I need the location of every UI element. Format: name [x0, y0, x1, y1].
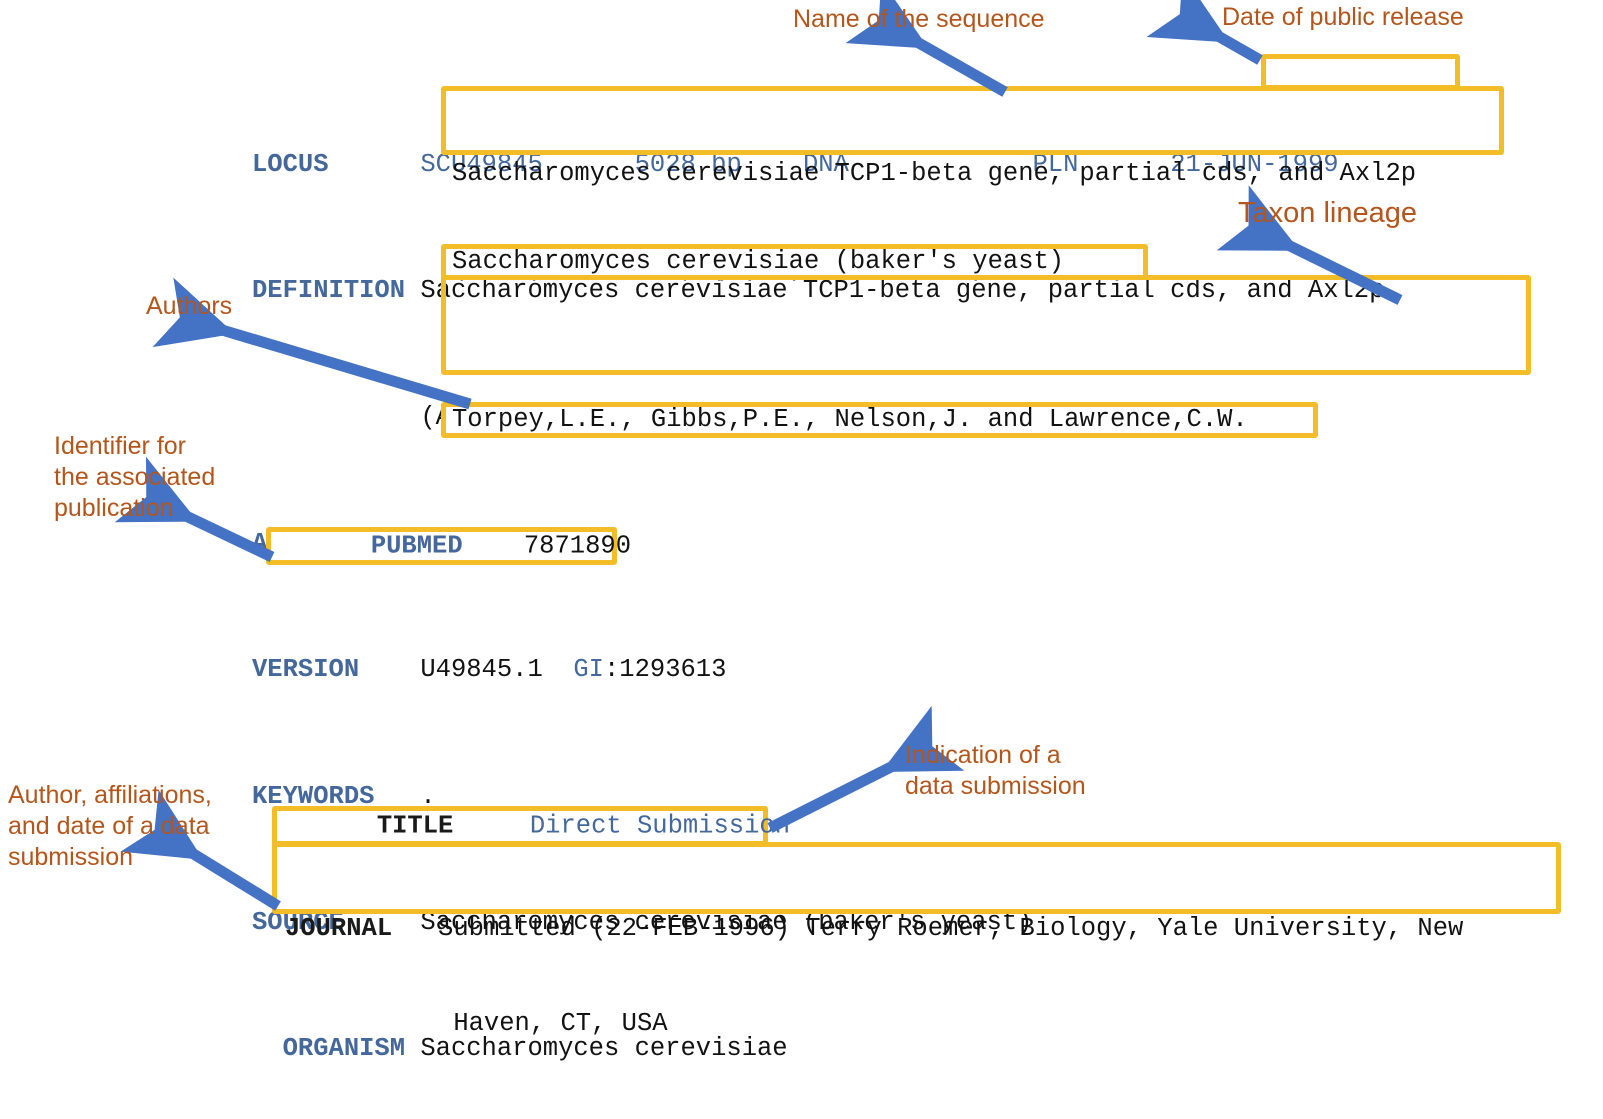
version-value: U49845.1 — [420, 655, 543, 685]
highlight-box-reference1-pubmed: PUBMED 7871890 — [266, 527, 631, 565]
reference3-title-box: Direct Submission — [529, 811, 791, 841]
highlight-box-definition: Saccharomyces cerevisiae TCP1-beta gene,… — [441, 86, 1504, 283]
source-box-value: Saccharomyces cerevisiae (baker's yeast) — [452, 247, 1065, 277]
highlight-box-direct-submission: TITLE Direct Submission — [272, 806, 790, 846]
definition-box-line1: Saccharomyces cerevisiae TCP1-beta gene,… — [452, 159, 1417, 189]
highlight-box-source: Saccharomyces cerevisiae (baker's yeast) — [441, 244, 1148, 280]
callout-pubmed-identifier: Identifier for the associated publicatio… — [54, 432, 216, 522]
record-line-version: VERSION U49845.1 GI:1293613 — [252, 654, 1461, 686]
callout-data-submission: Indication of a data submission — [905, 741, 1086, 800]
reference1-authors-box: Torpey,L.E., Gibbs,P.E., Nelson,J. and L… — [452, 405, 1248, 435]
reference3-journal-line1-box: Submitted (22-FEB-1996) Terry Roemer, Bi… — [438, 914, 1464, 944]
callout-release-date: Date of public release — [1222, 3, 1464, 31]
callout-taxon-lineage: Taxon lineage — [1238, 197, 1417, 229]
reference3-journal-line2-box: Haven, CT, USA — [453, 1008, 668, 1038]
definition-keyword: DEFINITION — [252, 276, 406, 306]
callout-author-affiliations: Author, affiliations, and date of a data… — [8, 781, 212, 871]
highlight-box-submission-journal: JOURNAL Submitted (22-FEB-1996) Terry Ro… — [272, 842, 1561, 1038]
reference3-journal-keyword-box: JOURNAL — [285, 914, 393, 944]
reference3-title-keyword-box: TITLE — [376, 811, 454, 841]
reference1-pubmed-box: 7871890 — [523, 531, 631, 561]
highlight-box-reference1-authors: Torpey,L.E., Gibbs,P.E., Nelson,J. and L… — [441, 402, 1318, 438]
reference1-pubmed-keyword-box: PUBMED — [370, 531, 463, 561]
locus-keyword: LOCUS — [252, 149, 329, 179]
gi-value: :1293613 — [603, 655, 727, 685]
callout-authors: Authors — [146, 292, 233, 320]
version-keyword: VERSION — [252, 655, 360, 685]
gi-label: GI — [573, 655, 604, 685]
highlight-box-release-date — [1261, 54, 1460, 90]
callout-name-of-sequence: Name of the sequence — [793, 5, 1045, 33]
annotated-genbank-record: LOCUS SCU49845 5028 bp DNA PLN 21-JUN-19… — [0, 0, 1603, 1119]
